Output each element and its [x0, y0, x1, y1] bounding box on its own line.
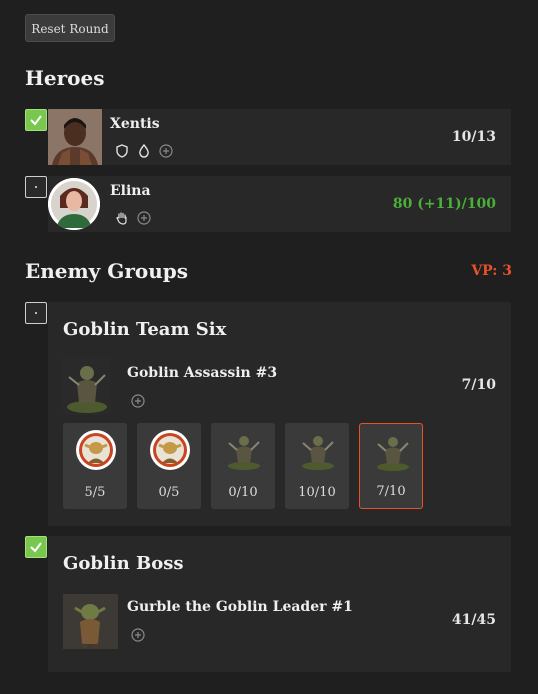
shield-icon[interactable] — [115, 144, 129, 158]
enemy-name: Gurble the Goblin Leader #1 — [127, 599, 353, 615]
enemy-group-goblin-team-six[interactable]: Goblin Team Six Goblin Assassin #3 7/10 … — [48, 302, 511, 526]
hero-name: Elina — [110, 183, 151, 199]
enemy-name: Goblin Assassin #3 — [127, 365, 278, 381]
plus-circle-icon[interactable] — [159, 144, 173, 158]
hero-portrait — [48, 178, 100, 230]
hero-card-elina[interactable]: Elina 80 (+11)/100 — [48, 176, 511, 232]
hero-checkbox-xentis[interactable] — [25, 109, 47, 131]
goblin-token-icon — [150, 430, 190, 470]
enemy-portrait — [63, 594, 118, 649]
hero-hp: 10/13 — [451, 129, 496, 145]
heroes-heading: Heroes — [25, 66, 105, 90]
member-hp: 0/10 — [228, 485, 258, 500]
hero-name: Xentis — [110, 116, 160, 132]
enemy-member-tile[interactable]: 0/10 — [211, 423, 275, 509]
hero-hp: 80 (+11)/100 — [392, 196, 496, 212]
enemy-group-goblin-boss[interactable]: Goblin Boss Gurble the Goblin Leader #1 … — [48, 536, 511, 672]
enemy-portrait — [63, 357, 111, 415]
group-title: Goblin Team Six — [63, 319, 227, 340]
enemy-groups-heading: Enemy Groups — [25, 259, 188, 283]
hand-icon[interactable] — [115, 211, 129, 225]
enemy-hp: 7/10 — [461, 377, 496, 393]
member-hp: 10/10 — [298, 485, 336, 500]
enemy-member-tile-selected[interactable]: 7/10 — [359, 423, 423, 509]
group-checkbox-goblin-boss[interactable] — [25, 536, 47, 558]
victory-points: VP: 3 — [471, 263, 512, 279]
plus-circle-icon[interactable] — [131, 628, 145, 642]
hero-checkbox-elina[interactable] — [25, 176, 47, 198]
member-hp: 0/5 — [158, 485, 180, 500]
goblin-assassin-icon — [377, 437, 409, 471]
group-checkbox-goblin-team-six[interactable] — [25, 302, 47, 324]
checkmark-icon — [30, 542, 42, 553]
hero-portrait — [48, 109, 102, 165]
group-title: Goblin Boss — [63, 553, 184, 574]
checkmark-icon — [30, 115, 42, 126]
enemy-member-tile[interactable]: 5/5 — [63, 423, 127, 509]
enemy-member-tile[interactable]: 10/10 — [285, 423, 349, 509]
goblin-assassin-icon — [302, 436, 334, 470]
goblin-assassin-icon — [228, 436, 260, 470]
plus-circle-icon[interactable] — [131, 394, 145, 408]
hero-card-xentis[interactable]: Xentis 10/13 — [48, 109, 511, 165]
enemy-member-tile[interactable]: 0/5 — [137, 423, 201, 509]
enemy-hp: 41/45 — [451, 612, 496, 628]
member-hp: 7/10 — [376, 484, 406, 499]
reset-round-button[interactable]: Reset Round — [25, 14, 115, 42]
member-hp: 5/5 — [84, 485, 106, 500]
goblin-token-icon — [76, 430, 116, 470]
plus-circle-icon[interactable] — [137, 211, 151, 225]
drop-icon[interactable] — [137, 144, 151, 158]
